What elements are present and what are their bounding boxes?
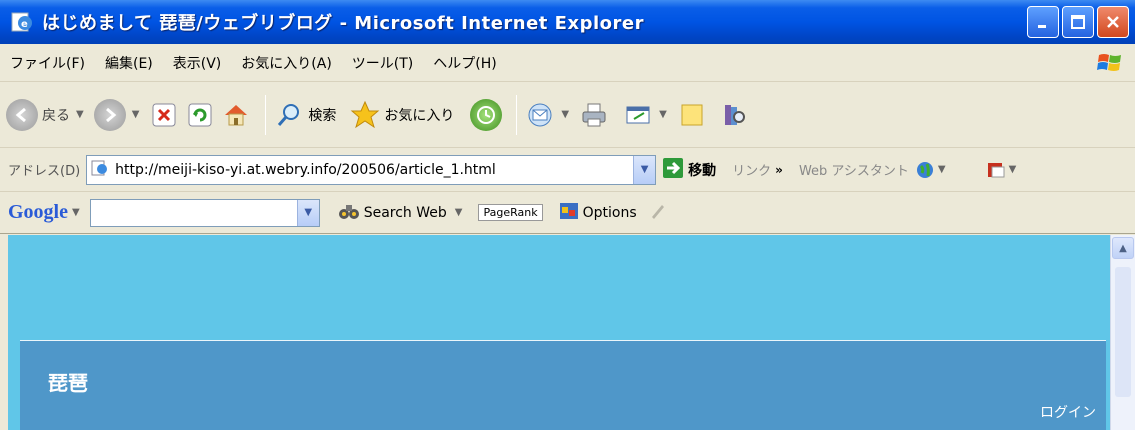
search-icon xyxy=(274,100,304,130)
history-button[interactable] xyxy=(470,98,503,131)
standard-toolbar: 戻る ▼ ▼ 検索 お気に入り ▼ ▼ xyxy=(0,82,1135,148)
scroll-up-icon[interactable]: ▲ xyxy=(1112,237,1134,259)
menu-help[interactable]: ヘルプ(H) xyxy=(433,53,496,73)
google-menu-dropdown-icon[interactable]: ▼ xyxy=(72,207,80,218)
menu-file[interactable]: ファイル(F) xyxy=(10,53,85,73)
back-button[interactable]: 戻る ▼ xyxy=(6,98,88,131)
menu-view[interactable]: 表示(V) xyxy=(173,53,222,73)
google-toolbar: Google ▼ ▼ Search Web ▼ PageRank Options xyxy=(0,192,1135,234)
minimize-button[interactable] xyxy=(1027,6,1059,38)
google-search-dropdown-icon[interactable]: ▼ xyxy=(296,199,319,226)
menu-edit[interactable]: 編集(E) xyxy=(105,53,153,73)
maximize-button[interactable] xyxy=(1062,6,1094,38)
address-bar: アドレス(D) http://meiji-kiso-yi.at.webry.in… xyxy=(0,148,1135,192)
page-content: 琵琶 ログイン xyxy=(8,235,1110,430)
toolbar-separator xyxy=(265,94,267,135)
close-button[interactable] xyxy=(1097,6,1129,38)
menu-favorites[interactable]: お気に入り(A) xyxy=(241,53,332,73)
menu-bar: ファイル(F) 編集(E) 表示(V) お気に入り(A) ツール(T) ヘルプ(… xyxy=(0,44,1135,82)
address-label: アドレス(D) xyxy=(8,164,81,179)
options-label: Options xyxy=(582,204,637,221)
search-web-dropdown-icon[interactable]: ▼ xyxy=(455,207,463,218)
toolbar-separator xyxy=(516,94,518,135)
web-assistant-label[interactable]: Web アシスタント xyxy=(799,160,909,179)
window-title: はじめまして 琵琶/ウェブリブログ - Microsoft Internet E… xyxy=(42,13,644,34)
back-arrow-icon xyxy=(6,98,38,131)
globe-icon[interactable]: ▼ xyxy=(915,160,946,180)
go-arrow-icon xyxy=(662,157,684,183)
print-button[interactable] xyxy=(579,100,609,130)
forward-arrow-icon xyxy=(93,98,126,131)
address-dropdown-icon[interactable]: ▼ xyxy=(633,155,656,184)
search-web-label: Search Web xyxy=(363,204,447,221)
favorites-button[interactable]: お気に入り xyxy=(350,100,454,130)
forward-button[interactable]: ▼ xyxy=(93,98,144,131)
scroll-thumb[interactable] xyxy=(1115,267,1131,397)
page-favicon-icon xyxy=(91,159,109,181)
favorites-label: お気に入り xyxy=(384,107,455,124)
note-icon xyxy=(677,100,707,130)
links-label[interactable]: リンク xyxy=(732,160,771,179)
refresh-button[interactable] xyxy=(185,100,215,130)
edit-button[interactable]: ▼ xyxy=(623,100,671,130)
binoculars-icon xyxy=(338,201,360,225)
stop-icon xyxy=(149,100,179,130)
edit-dropdown-icon[interactable]: ▼ xyxy=(659,109,667,120)
pagerank-indicator[interactable]: PageRank xyxy=(478,204,543,221)
vertical-scrollbar[interactable]: ▲ xyxy=(1110,235,1135,430)
options-button[interactable]: Options xyxy=(559,202,637,224)
forward-dropdown-icon[interactable]: ▼ xyxy=(132,109,140,120)
edit-page-icon xyxy=(623,100,653,130)
mail-button[interactable]: ▼ xyxy=(525,100,573,130)
login-link[interactable]: ログイン xyxy=(1040,402,1096,422)
close-icon xyxy=(1107,16,1119,28)
address-url: http://meiji-kiso-yi.at.webry.info/20050… xyxy=(115,161,496,178)
printer-icon xyxy=(579,100,609,130)
windows-logo-icon xyxy=(1097,50,1123,76)
discuss-button[interactable] xyxy=(677,100,707,130)
search-label: 検索 xyxy=(308,107,337,124)
history-icon xyxy=(470,98,503,131)
menu-tools[interactable]: ツール(T) xyxy=(352,53,413,73)
search-button[interactable]: 検索 xyxy=(274,100,336,130)
address-input[interactable]: http://meiji-kiso-yi.at.webry.info/20050… xyxy=(86,154,657,185)
home-button[interactable] xyxy=(221,100,251,130)
go-button[interactable]: 移動 xyxy=(662,157,716,183)
go-label: 移動 xyxy=(688,162,717,179)
stop-button[interactable] xyxy=(149,100,179,130)
google-search-input[interactable]: ▼ xyxy=(89,198,320,227)
mail-icon xyxy=(525,100,555,130)
maximize-icon xyxy=(1071,15,1085,29)
star-icon xyxy=(350,100,380,130)
options-icon xyxy=(559,202,579,224)
mail-dropdown-icon[interactable]: ▼ xyxy=(561,109,569,120)
research-button[interactable] xyxy=(719,100,749,130)
search-web-button[interactable]: Search Web ▼ xyxy=(338,201,463,225)
highlighter-icon[interactable] xyxy=(649,202,667,224)
browser-window: e はじめまして 琵琶/ウェブリブログ - Microsoft Internet… xyxy=(0,0,1135,430)
ie-page-icon: e xyxy=(10,10,34,34)
back-dropdown-icon[interactable]: ▼ xyxy=(76,109,84,120)
minimize-icon xyxy=(1038,25,1046,28)
links-chevron-icon[interactable]: » xyxy=(775,163,783,177)
blog-header: 琵琶 ログイン xyxy=(20,340,1106,430)
translate-icon[interactable]: ▼ xyxy=(986,160,1016,180)
blog-title[interactable]: 琵琶 xyxy=(48,367,88,396)
research-icon xyxy=(719,100,749,130)
title-bar: e はじめまして 琵琶/ウェブリブログ - Microsoft Internet… xyxy=(0,0,1135,44)
refresh-icon xyxy=(185,100,215,130)
home-icon xyxy=(221,100,251,130)
svg-text:e: e xyxy=(21,19,28,30)
google-logo-text: Google xyxy=(8,201,68,223)
back-label: 戻る xyxy=(42,107,70,124)
window-controls xyxy=(1027,6,1129,38)
google-logo[interactable]: Google xyxy=(8,201,68,224)
